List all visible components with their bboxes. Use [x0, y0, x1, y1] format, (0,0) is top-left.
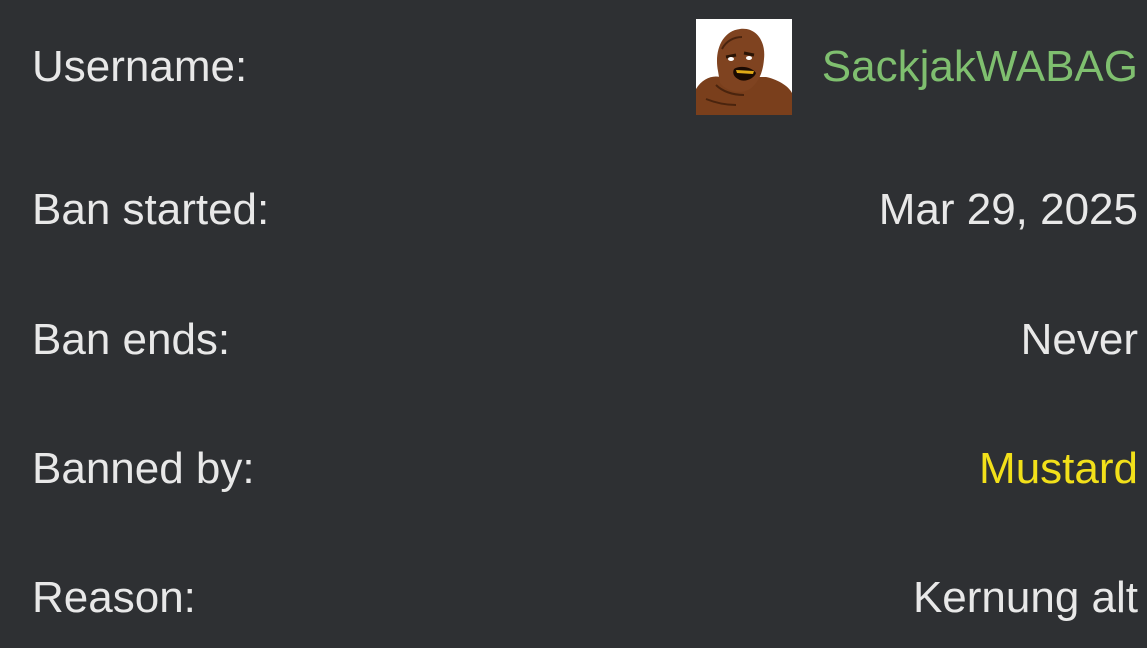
banned-by-label: Banned by: [32, 444, 255, 493]
ban-ends-row: Ban ends: Never [32, 290, 1138, 390]
user-profile: SackjakWABAG [695, 19, 1138, 115]
banned-by-value[interactable]: Mustard [979, 447, 1138, 491]
reason-label: Reason: [32, 573, 196, 622]
username-label: Username: [32, 42, 248, 91]
reason-value: Kernung alt [912, 573, 1138, 622]
banned-by-row: Banned by: Mustard [32, 419, 1138, 519]
ban-info-panel: Username: SackjakWABAG Ban started: Mar … [0, 0, 1147, 628]
ban-ends-label: Ban ends: [32, 315, 231, 364]
username-value[interactable]: SackjakWABAG [822, 45, 1138, 89]
ban-started-label: Ban started: [32, 185, 270, 234]
ban-ends-value: Never [1020, 315, 1138, 364]
avatar-face-icon [695, 19, 792, 115]
avatar[interactable] [695, 19, 792, 115]
username-row: Username: SackjakWABAG [32, 17, 1138, 117]
reason-row: Reason: Kernung alt [32, 548, 1138, 648]
ban-started-row: Ban started: Mar 29, 2025 [32, 160, 1138, 260]
ban-started-value: Mar 29, 2025 [878, 185, 1138, 234]
